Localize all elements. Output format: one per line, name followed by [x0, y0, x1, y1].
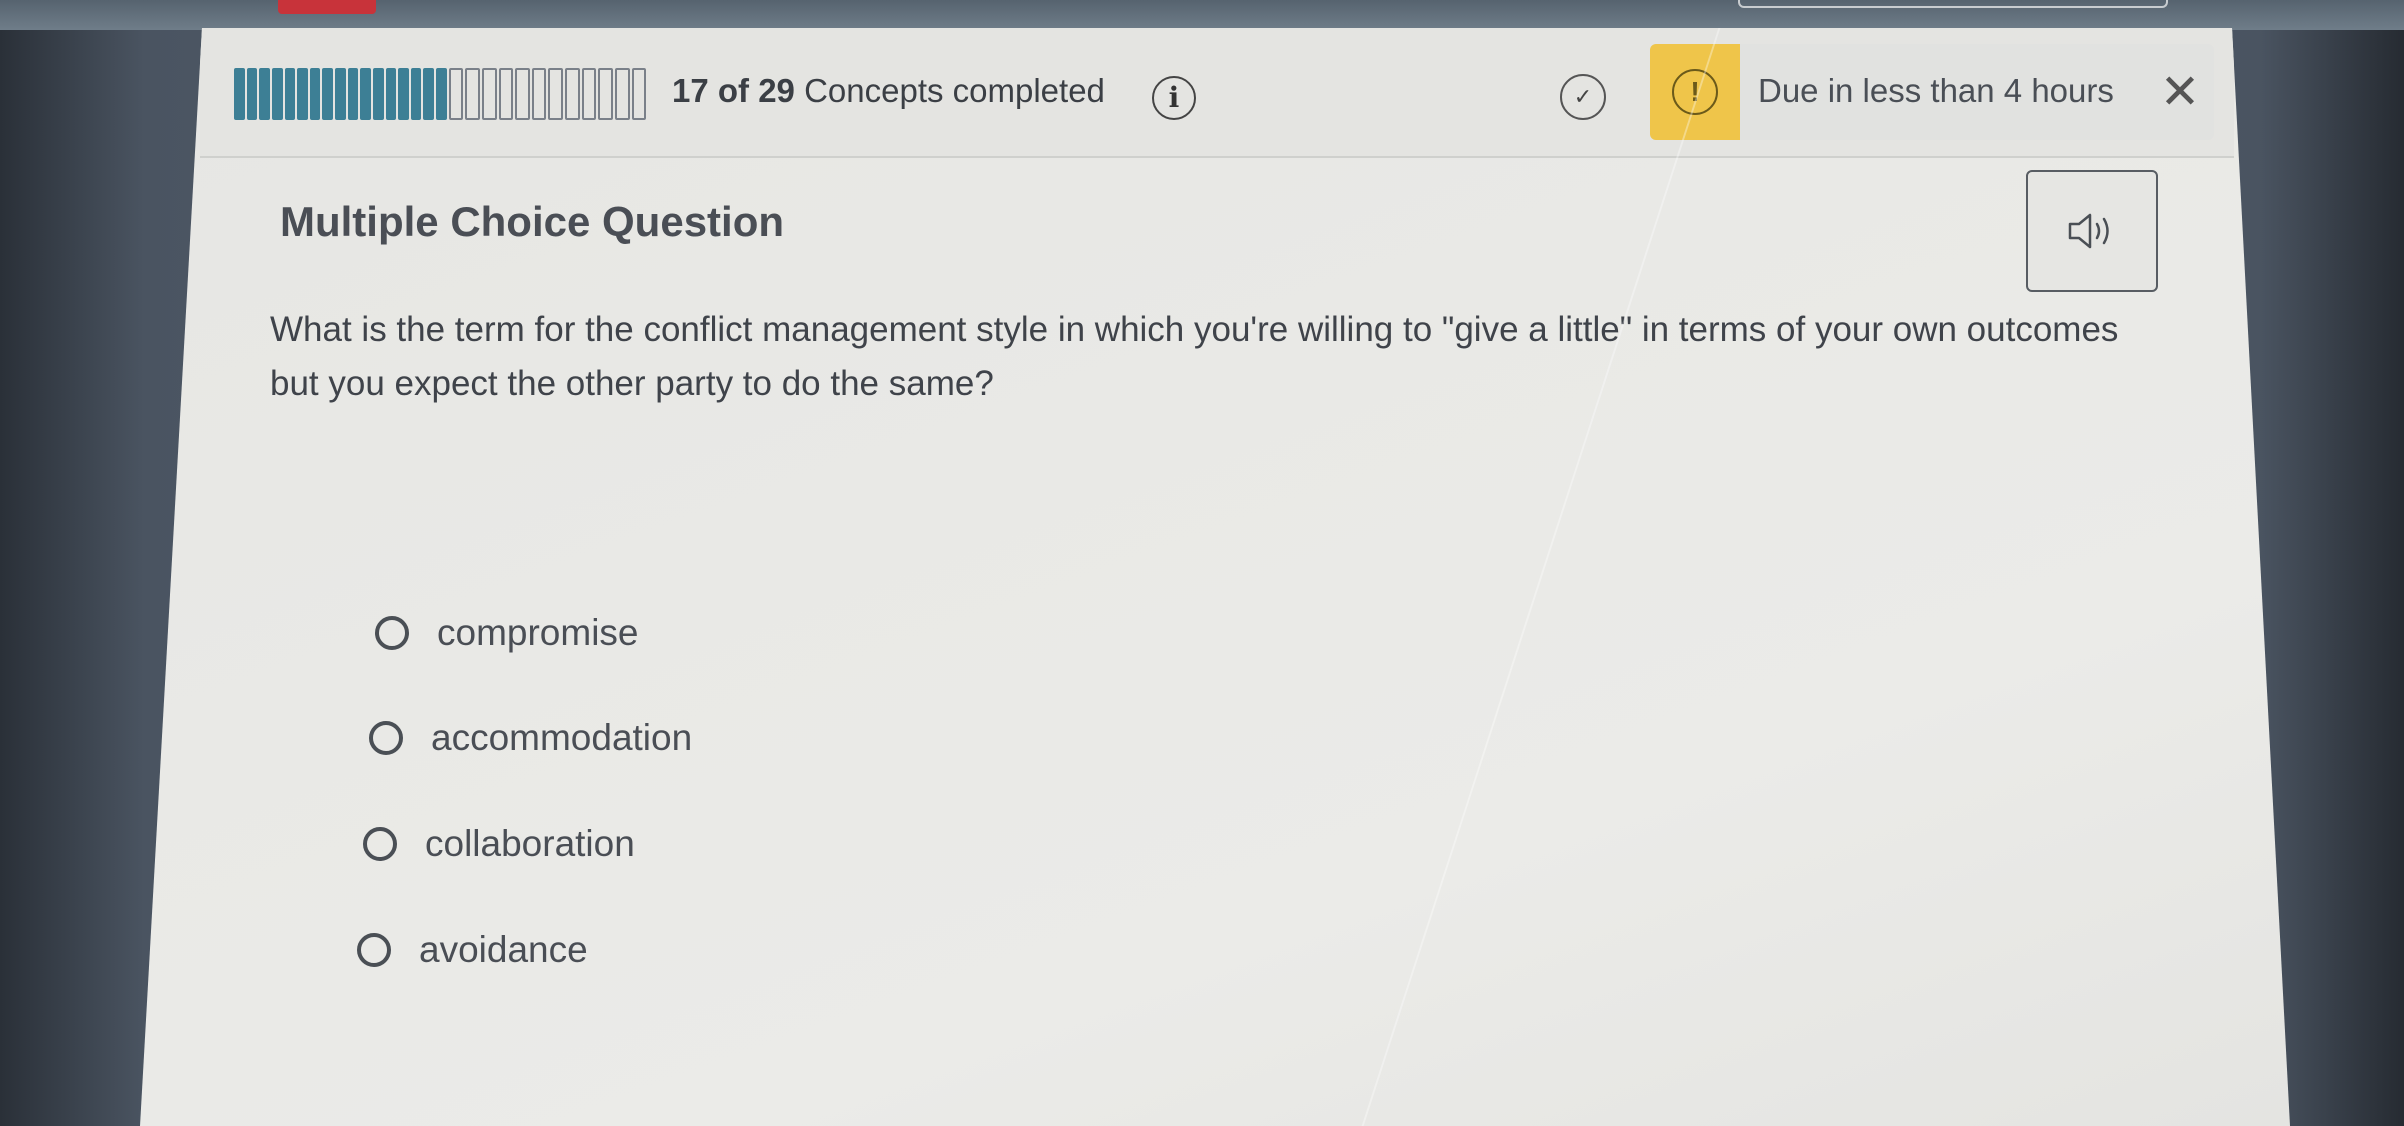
due-banner: ! Due in less than 4 hours ✕ [1650, 44, 2214, 140]
top-button-edge [1738, 0, 2168, 8]
progress-segment-complete [372, 68, 384, 120]
progress-segment-incomplete [498, 68, 514, 120]
progress-segment-complete [410, 68, 422, 120]
option-label: compromise [437, 612, 639, 653]
radio-button[interactable] [363, 827, 397, 861]
progress-segment-incomplete [598, 68, 613, 120]
check-circle-icon[interactable]: ✓ [1560, 74, 1606, 120]
assignment-screen: 17 of 29 Concepts completed i ✓ ! Due in… [140, 28, 2290, 1126]
progress-segment-complete [271, 68, 283, 120]
due-text: Due in less than 4 hours [1758, 72, 2114, 109]
progress-count: 17 of 29 [672, 72, 795, 109]
radio-button[interactable] [369, 721, 403, 755]
close-icon[interactable]: ✕ [2154, 62, 2206, 122]
progress-segment-complete [234, 68, 245, 120]
progress-segment-incomplete [481, 68, 497, 120]
progress-segment-complete [322, 68, 333, 120]
radio-button[interactable] [357, 933, 391, 967]
progress-segment-incomplete [548, 68, 563, 120]
screen-glare [1361, 28, 1721, 1126]
info-icon[interactable]: i [1152, 76, 1196, 120]
progress-segment-incomplete [531, 68, 547, 120]
question-text: What is the term for the conflict manage… [270, 310, 2119, 403]
option-avoidance[interactable]: avoidance [357, 920, 588, 980]
progress-segment-complete [436, 68, 447, 120]
progress-segment-complete [398, 68, 409, 120]
progress-segment-complete [309, 68, 321, 120]
progress-segment-complete [335, 68, 346, 120]
question-type-heading: Multiple Choice Question [280, 198, 785, 245]
progress-suffix: Concepts completed [804, 72, 1105, 109]
progress-segment-complete [297, 68, 308, 120]
progress-segment-incomplete [448, 68, 464, 120]
concept-progress-bar [234, 68, 647, 120]
due-warning-block: ! [1650, 44, 1740, 140]
progress-segment-incomplete [631, 68, 647, 120]
option-label: collaboration [425, 823, 635, 864]
option-collaboration[interactable]: collaboration [363, 814, 635, 874]
progress-segment-complete [385, 68, 397, 120]
option-label: accommodation [431, 717, 693, 758]
progress-segment-incomplete [515, 68, 530, 120]
progress-segment-incomplete [565, 68, 580, 120]
progress-text: 17 of 29 Concepts completed [672, 72, 1105, 110]
read-aloud-button[interactable] [2026, 170, 2158, 292]
option-accommodation[interactable]: accommodation [369, 708, 692, 768]
progress-segment-complete [360, 68, 371, 120]
progress-segment-incomplete [465, 68, 480, 120]
option-label: avoidance [419, 929, 588, 970]
progress-segment-incomplete [614, 68, 630, 120]
warning-icon: ! [1672, 69, 1718, 115]
progress-segment-complete [259, 68, 270, 120]
progress-segment-complete [246, 68, 258, 120]
progress-segment-complete [347, 68, 359, 120]
top-red-tab [278, 0, 376, 14]
progress-segment-complete [284, 68, 296, 120]
option-compromise[interactable]: compromise [375, 603, 639, 663]
speaker-icon [2068, 213, 2109, 249]
radio-button[interactable] [375, 616, 409, 650]
progress-segment-complete [423, 68, 434, 120]
progress-segment-incomplete [581, 68, 597, 120]
